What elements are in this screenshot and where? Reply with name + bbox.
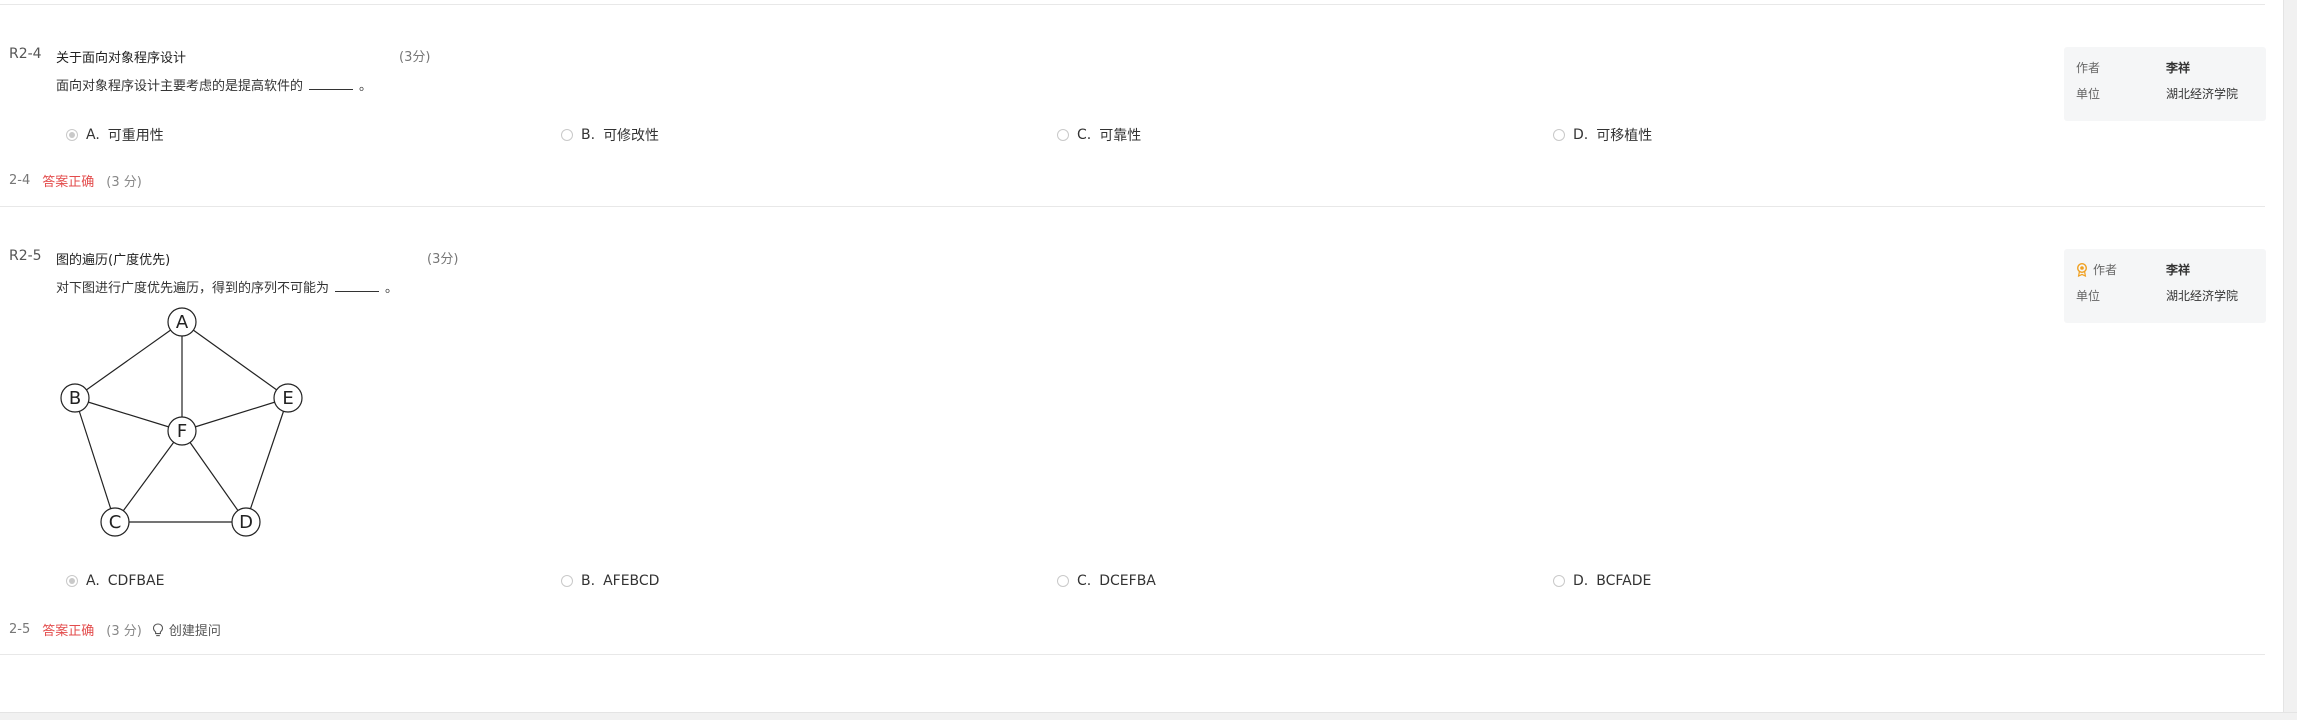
- option-d[interactable]: D. BCFADE: [1553, 573, 1651, 589]
- radio-icon[interactable]: [1553, 129, 1565, 141]
- option-a[interactable]: A. 可重用性: [66, 125, 164, 145]
- option-letter: D.: [1573, 573, 1589, 589]
- author-info-panel: 作者 李祥 单位 湖北经济学院: [2064, 47, 2266, 121]
- question-score: (3分): [427, 252, 459, 267]
- unit-name: 湖北经济学院: [2166, 289, 2239, 303]
- question-text-before: 面向对象程序设计主要考虑的是提高软件的: [56, 79, 304, 94]
- author-label: 作者: [2093, 263, 2118, 277]
- divider: [0, 654, 2265, 655]
- unit-name: 湖北经济学院: [2166, 87, 2239, 101]
- option-letter: D.: [1573, 127, 1589, 143]
- answer-blank: [309, 76, 354, 90]
- graph-node-label-F: F: [177, 421, 187, 442]
- graph-edge-B-F: [74, 397, 183, 432]
- result-number: 2-4: [9, 173, 31, 188]
- option-letter: A.: [86, 127, 100, 143]
- graph-edge-E-D: [245, 397, 289, 523]
- author-row: 作者 李祥: [2076, 261, 2190, 278]
- question-text-before: 对下图进行广度优先遍历，得到的序列不可能为: [56, 281, 330, 296]
- author-name: 李祥: [2166, 263, 2191, 277]
- question-score: (3分): [399, 50, 431, 65]
- option-a[interactable]: A. CDFBAE: [66, 573, 164, 589]
- result-score: (3 分): [106, 624, 142, 639]
- option-letter: C.: [1077, 127, 1092, 143]
- author-label-wrap: 作者: [2076, 261, 2166, 278]
- graph-edge-F-C: [114, 430, 183, 523]
- vertical-scrollbar[interactable]: [2283, 0, 2297, 712]
- option-text: AFEBCD: [603, 573, 660, 589]
- option-text: 可移植性: [1596, 128, 1653, 144]
- option-c[interactable]: C. 可靠性: [1057, 125, 1141, 145]
- answer-blank: [335, 278, 380, 292]
- graph-node-label-D: D: [239, 512, 253, 533]
- author-row: 作者 李祥: [2076, 59, 2190, 76]
- result-status: 答案正确: [42, 175, 95, 190]
- option-letter: B.: [581, 127, 596, 143]
- lightbulb-icon: [152, 622, 163, 636]
- radio-icon[interactable]: [1057, 129, 1069, 141]
- create-question-label: 创建提问: [168, 624, 221, 639]
- option-text: BCFADE: [1596, 573, 1652, 589]
- graph-node-label-E: E: [282, 388, 293, 409]
- graph-edge-E-F: [181, 397, 289, 432]
- author-label: 作者: [2076, 61, 2101, 75]
- question-text-after: 。: [385, 281, 399, 296]
- unit-row: 单位 湖北经济学院: [2076, 287, 2238, 304]
- option-text: DCEFBA: [1099, 573, 1156, 589]
- question-id: R2-5: [9, 248, 42, 264]
- result-score: (3 分): [106, 175, 142, 190]
- graph-edge-A-E: [181, 321, 289, 399]
- badge-icon: [2077, 262, 2087, 277]
- option-text: 可重用性: [107, 128, 164, 144]
- graph-edge-A-B: [74, 321, 183, 399]
- graph-node-label-B: B: [69, 388, 81, 409]
- create-question-button[interactable]: 创建提问: [152, 620, 221, 639]
- result-number: 2-5: [9, 622, 31, 637]
- radio-icon[interactable]: [1057, 575, 1069, 587]
- question-text: 对下图进行广度优先遍历，得到的序列不可能为 。: [56, 277, 398, 296]
- graph-edge-F-D: [181, 430, 247, 523]
- divider: [0, 206, 2265, 207]
- radio-selected-icon[interactable]: [66, 129, 78, 141]
- option-d[interactable]: D. 可移植性: [1553, 125, 1652, 145]
- question-title: 图的遍历(广度优先): [56, 253, 171, 268]
- graph-edge-B-C: [74, 397, 116, 523]
- question-text-after: 。: [359, 79, 373, 94]
- option-b[interactable]: B. 可修改性: [561, 125, 659, 145]
- answer-result: 2-5 答案正确 (3 分) 创建提问: [9, 620, 221, 639]
- question-text: 面向对象程序设计主要考虑的是提高软件的 。: [56, 75, 372, 94]
- divider: [0, 4, 2265, 5]
- radio-icon[interactable]: [1553, 575, 1565, 587]
- option-c[interactable]: C. DCEFBA: [1057, 573, 1156, 589]
- option-b[interactable]: B. AFEBCD: [561, 573, 659, 589]
- author-name: 李祥: [2166, 61, 2191, 75]
- question-list-page: R2-4 关于面向对象程序设计 (3分) 面向对象程序设计主要考虑的是提高软件的…: [0, 0, 2297, 720]
- unit-label: 单位: [2076, 289, 2101, 303]
- question-id: R2-4: [9, 46, 42, 62]
- radio-icon[interactable]: [561, 129, 573, 141]
- graph-node-label-A: A: [176, 312, 189, 333]
- unit-label: 单位: [2076, 87, 2101, 101]
- option-letter: A.: [86, 573, 100, 589]
- result-status: 答案正确: [42, 624, 95, 639]
- option-letter: B.: [581, 573, 596, 589]
- option-text: 可靠性: [1099, 128, 1142, 144]
- radio-selected-icon[interactable]: [66, 575, 78, 587]
- graph-node-label-C: C: [109, 512, 122, 533]
- radio-icon[interactable]: [561, 575, 573, 587]
- graph-diagram: A B E F C D: [60, 307, 303, 537]
- answer-result: 2-4 答案正确 (3 分): [9, 171, 152, 190]
- unit-row: 单位 湖北经济学院: [2076, 85, 2238, 102]
- horizontal-scrollbar[interactable]: [0, 712, 2297, 720]
- option-letter: C.: [1077, 573, 1092, 589]
- option-text: CDFBAE: [107, 573, 165, 589]
- author-info-panel: 作者 李祥 单位 湖北经济学院: [2064, 249, 2266, 323]
- option-text: 可修改性: [603, 128, 660, 144]
- question-title: 关于面向对象程序设计: [56, 51, 187, 66]
